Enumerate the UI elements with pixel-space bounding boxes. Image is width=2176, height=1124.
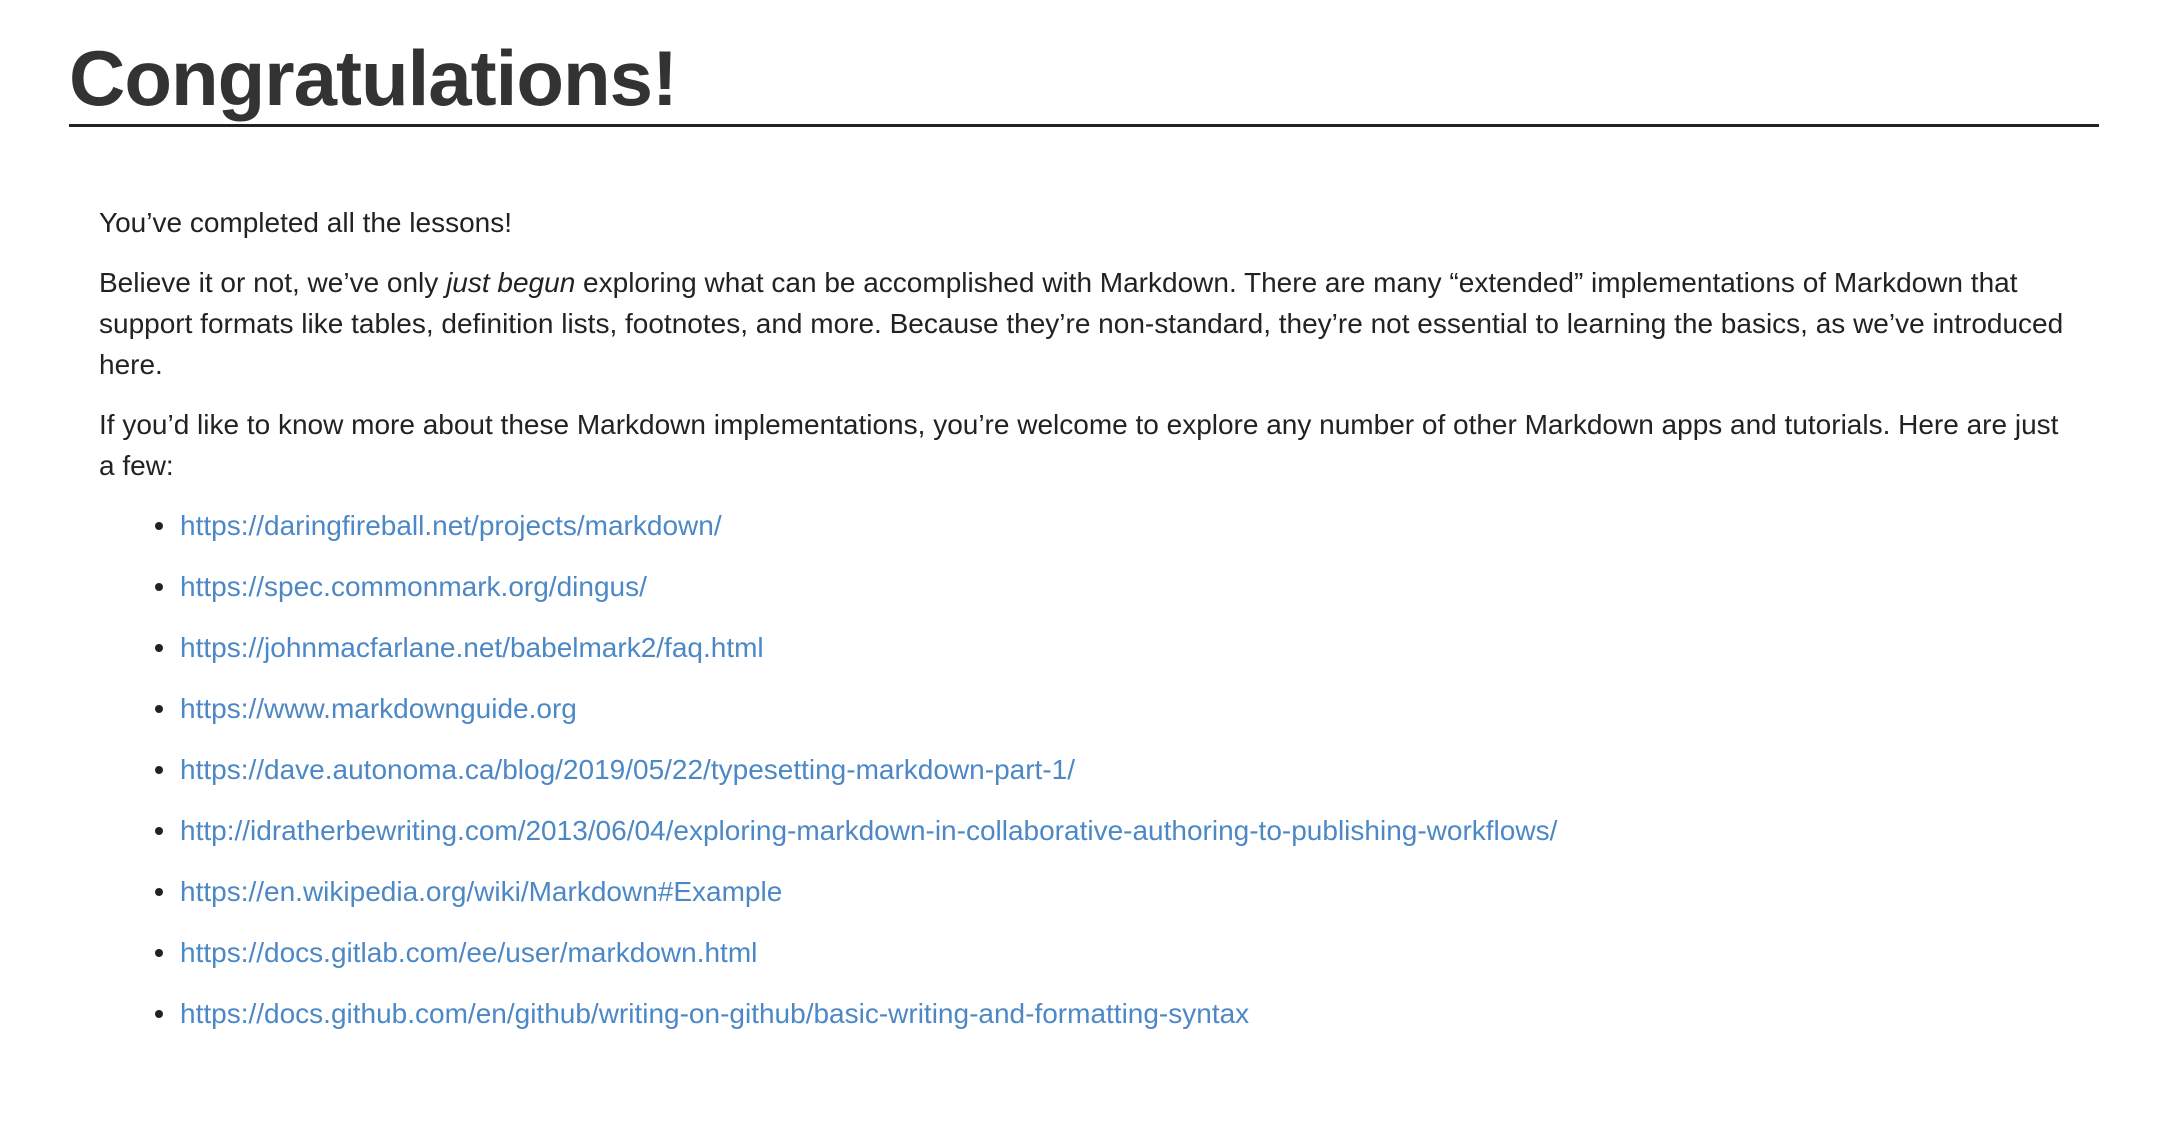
link-idratherbewriting[interactable]: http://idratherbewriting.com/2013/06/04/… (180, 815, 1557, 846)
bullet-icon (155, 522, 163, 530)
link-daringfireball[interactable]: https://daringfireball.net/projects/mark… (180, 510, 722, 541)
bullet-icon (155, 766, 163, 774)
bullet-icon (155, 1010, 163, 1018)
bullet-icon (155, 949, 163, 957)
list-item: https://daringfireball.net/projects/mark… (155, 505, 2069, 566)
list-item: https://dave.autonoma.ca/blog/2019/05/22… (155, 749, 2069, 810)
link-autonoma-blog[interactable]: https://dave.autonoma.ca/blog/2019/05/22… (180, 754, 1075, 785)
lesson-content: You’ve completed all the lessons! Believ… (99, 202, 2069, 1054)
link-babelmark[interactable]: https://johnmacfarlane.net/babelmark2/fa… (180, 632, 764, 663)
emphasis-text: just begun (446, 267, 576, 298)
link-wikipedia[interactable]: https://en.wikipedia.org/wiki/Markdown#E… (180, 876, 782, 907)
page-title: Congratulations! (69, 36, 2099, 127)
list-item: https://www.markdownguide.org (155, 688, 2069, 749)
link-markdownguide[interactable]: https://www.markdownguide.org (180, 693, 577, 724)
list-item: https://docs.gitlab.com/ee/user/markdown… (155, 932, 2069, 993)
bullet-icon (155, 644, 163, 652)
paragraph-text-start: Believe it or not, we’ve only (99, 267, 447, 298)
bullet-icon (155, 583, 163, 591)
extended-markdown-paragraph: Believe it or not, we’ve only just begun… (99, 262, 2069, 385)
resources-paragraph: If you’d like to know more about these M… (99, 409, 2059, 481)
bullet-icon (155, 888, 163, 896)
link-github-docs[interactable]: https://docs.github.com/en/github/writin… (180, 998, 1249, 1029)
resource-link-list: https://daringfireball.net/projects/mark… (99, 505, 2069, 1054)
bullet-icon (155, 705, 163, 713)
link-gitlab-docs[interactable]: https://docs.gitlab.com/ee/user/markdown… (180, 937, 757, 968)
intro-paragraph: You’ve completed all the lessons! (99, 207, 512, 238)
list-item: https://docs.github.com/en/github/writin… (155, 993, 2069, 1054)
link-commonmark-dingus[interactable]: https://spec.commonmark.org/dingus/ (180, 571, 647, 602)
list-item: https://spec.commonmark.org/dingus/ (155, 566, 2069, 627)
list-item: https://johnmacfarlane.net/babelmark2/fa… (155, 627, 2069, 688)
list-item: http://idratherbewriting.com/2013/06/04/… (155, 810, 2069, 871)
bullet-icon (155, 827, 163, 835)
list-item: https://en.wikipedia.org/wiki/Markdown#E… (155, 871, 2069, 932)
